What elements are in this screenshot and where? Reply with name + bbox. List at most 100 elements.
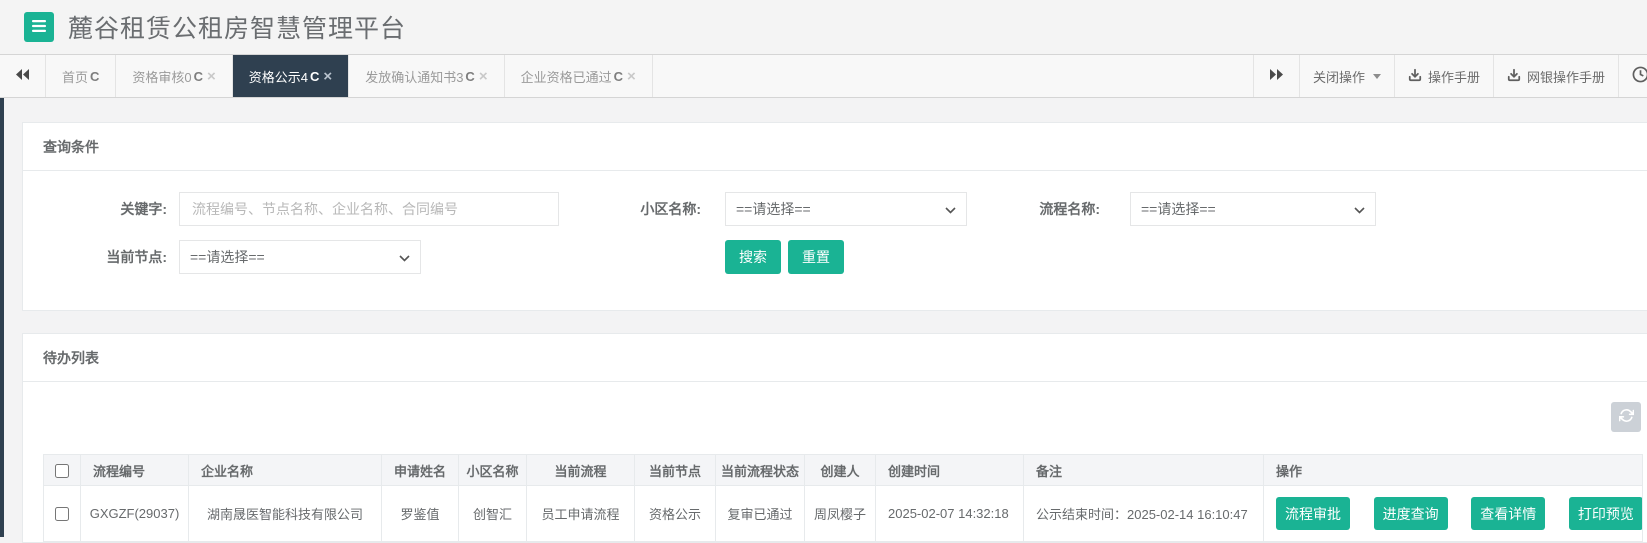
search-button[interactable]: 搜索 (725, 240, 781, 274)
tab-enterprise-qualification-passed[interactable]: 企业资格已通过 C × (505, 55, 653, 97)
col-remark: 备注 (1023, 454, 1264, 486)
collapsed-sidebar-strip[interactable] (0, 98, 4, 537)
main-content: 查询条件 关键字: 小区名称: ==请选择== 流程名称: ==请选择== (0, 98, 1647, 543)
tab-bar: 首页 C 资格审核0 C × 资格公示4 C × 发放确认通知书3 C × 企业… (0, 54, 1647, 98)
table-row: GXGZF(29037) 湖南晟医智能科技有限公司 罗鉴值 创智汇 员工申请流程… (43, 485, 1643, 542)
process-select-value: ==请选择== (1141, 201, 1216, 217)
progress-query-button[interactable]: 进度查询 (1373, 497, 1448, 530)
col-process-no: 流程编号 (80, 454, 189, 486)
tab-list: 首页 C 资格审核0 C × 资格公示4 C × 发放确认通知书3 C × 企业… (46, 55, 653, 97)
select-all-checkbox[interactable] (55, 463, 69, 478)
view-details-button[interactable]: 查看详情 (1471, 497, 1546, 530)
cell-operations: 流程审批 进度查询 查看详情 打印预览 (1263, 485, 1643, 542)
page: 麓谷租赁公租房智慧管理平台 首页 C 资格审核0 C × 资格公示4 C × 发… (0, 0, 1647, 543)
tab-refresh-icon[interactable]: C (310, 69, 319, 84)
cell-process-status: 复审已通过 (715, 485, 805, 542)
cell-current-process: 员工申请流程 (526, 485, 635, 542)
tab-label: 企业资格已通过 (520, 69, 612, 85)
todo-panel-title: 待办列表 (23, 334, 1647, 382)
top-header: 麓谷租赁公租房智慧管理平台 (0, 0, 1647, 54)
keyword-input[interactable] (179, 192, 559, 226)
table-header-row: 流程编号 企业名称 申请姓名 小区名称 当前流程 当前节点 当前流程状态 创建人… (43, 454, 1643, 486)
keyword-label: 关键字: (120, 201, 167, 217)
todo-list-panel: 待办列表 流程编号 企业名称 申请姓名 小区名称 当前流程 当前节点 当前流程状… (22, 333, 1647, 543)
cell-current-node: 资格公示 (634, 485, 716, 542)
cell-created-time: 2025-02-07 14:32:18 (875, 485, 1024, 542)
community-select-value: ==请选择== (736, 201, 811, 217)
current-node-label: 当前节点: (106, 249, 167, 265)
tab-issue-confirmation-notice[interactable]: 发放确认通知书3 C × (349, 55, 505, 97)
node-select-value: ==请选择== (190, 249, 265, 265)
todo-panel-body: 流程编号 企业名称 申请姓名 小区名称 当前流程 当前节点 当前流程状态 创建人… (23, 382, 1647, 542)
row-checkbox[interactable] (55, 507, 69, 522)
cell-creator: 周凤樱子 (804, 485, 876, 542)
tab-refresh-icon[interactable]: C (90, 69, 99, 84)
col-company: 企业名称 (188, 454, 382, 486)
bank-operation-manual-button[interactable]: 网银操作手册 (1492, 55, 1618, 97)
cell-applicant: 罗鉴值 (381, 485, 459, 542)
tab-home[interactable]: 首页 C (46, 55, 117, 97)
print-preview-button[interactable]: 打印预览 (1568, 497, 1642, 530)
col-applicant: 申请姓名 (381, 454, 459, 486)
chevron-down-icon (399, 249, 410, 265)
tab-close-icon[interactable]: × (479, 69, 488, 84)
cell-remark: 公示结束时间：2025-02-14 16:10:47 (1023, 485, 1264, 542)
col-process-status: 当前流程状态 (715, 454, 805, 486)
cell-company: 湖南晟医智能科技有限公司 (188, 485, 382, 542)
cell-process-no: GXGZF(29037) (80, 485, 189, 542)
page-title: 麓谷租赁公租房智慧管理平台 (68, 15, 407, 43)
process-approval-button[interactable]: 流程审批 (1276, 497, 1350, 530)
query-panel-title: 查询条件 (23, 123, 1647, 171)
col-created-time: 创建时间 (875, 454, 1024, 486)
col-creator: 创建人 (804, 454, 876, 486)
chevron-down-icon (945, 201, 956, 217)
close-operations-dropdown[interactable]: 关闭操作 (1298, 55, 1394, 97)
chevron-down-icon (1354, 201, 1365, 217)
caret-down-icon (1372, 73, 1381, 79)
query-form-row-1: 关键字: 小区名称: ==请选择== 流程名称: ==请选择== (23, 192, 1641, 226)
double-chevron-left-icon (15, 68, 30, 84)
double-chevron-right-icon (1269, 68, 1284, 84)
tab-close-icon[interactable]: × (207, 69, 216, 84)
scroll-tabs-left-button[interactable] (0, 55, 46, 97)
query-form-row-2: 当前节点: ==请选择== 搜索 重置 (23, 240, 1641, 274)
tab-close-icon[interactable]: × (323, 69, 332, 84)
tab-refresh-icon[interactable]: C (614, 69, 623, 84)
tab-label: 资格公示4 (248, 69, 309, 85)
process-name-select[interactable]: ==请选择== (1130, 192, 1376, 226)
close-operations-label: 关闭操作 (1312, 69, 1365, 85)
process-name-label: 流程名称: (1039, 201, 1100, 217)
table-refresh-button[interactable] (1611, 402, 1641, 432)
todo-table: 流程编号 企业名称 申请姓名 小区名称 当前流程 当前节点 当前流程状态 创建人… (43, 454, 1643, 542)
tab-qualification-review[interactable]: 资格审核0 C × (116, 55, 233, 97)
hamburger-icon (31, 19, 47, 36)
tab-bar-right-actions: 关闭操作 操作手册 网银操作手册 (1252, 55, 1647, 97)
scroll-tabs-right-button[interactable] (1252, 55, 1299, 97)
col-current-node: 当前节点 (634, 454, 716, 486)
tab-refresh-icon[interactable]: C (194, 69, 203, 84)
tab-label: 发放确认通知书3 (365, 69, 464, 85)
bank-operation-manual-label: 网银操作手册 (1526, 69, 1605, 85)
tab-refresh-icon[interactable]: C (465, 69, 474, 84)
current-node-select[interactable]: ==请选择== (179, 240, 421, 274)
download-icon (1408, 68, 1422, 85)
reset-button[interactable]: 重置 (788, 240, 844, 274)
hamburger-menu-button[interactable] (24, 12, 54, 42)
query-form: 关键字: 小区名称: ==请选择== 流程名称: ==请选择== (23, 171, 1647, 310)
history-button[interactable] (1618, 55, 1647, 97)
row-select-cell (43, 485, 81, 542)
operation-manual-label: 操作手册 (1427, 69, 1480, 85)
operation-manual-button[interactable]: 操作手册 (1393, 55, 1493, 97)
tab-close-icon[interactable]: × (627, 69, 636, 84)
col-community: 小区名称 (458, 454, 527, 486)
clock-icon (1632, 66, 1647, 86)
select-all-cell (43, 454, 81, 486)
col-current-process: 当前流程 (526, 454, 635, 486)
tab-qualification-publicity[interactable]: 资格公示4 C × (232, 55, 350, 97)
col-operations: 操作 (1263, 454, 1643, 486)
query-conditions-panel: 查询条件 关键字: 小区名称: ==请选择== 流程名称: ==请选择== (22, 122, 1647, 311)
refresh-icon (1618, 408, 1634, 426)
tab-label: 资格审核0 (132, 69, 192, 85)
tab-label: 首页 (62, 69, 89, 85)
community-name-select[interactable]: ==请选择== (725, 192, 967, 226)
